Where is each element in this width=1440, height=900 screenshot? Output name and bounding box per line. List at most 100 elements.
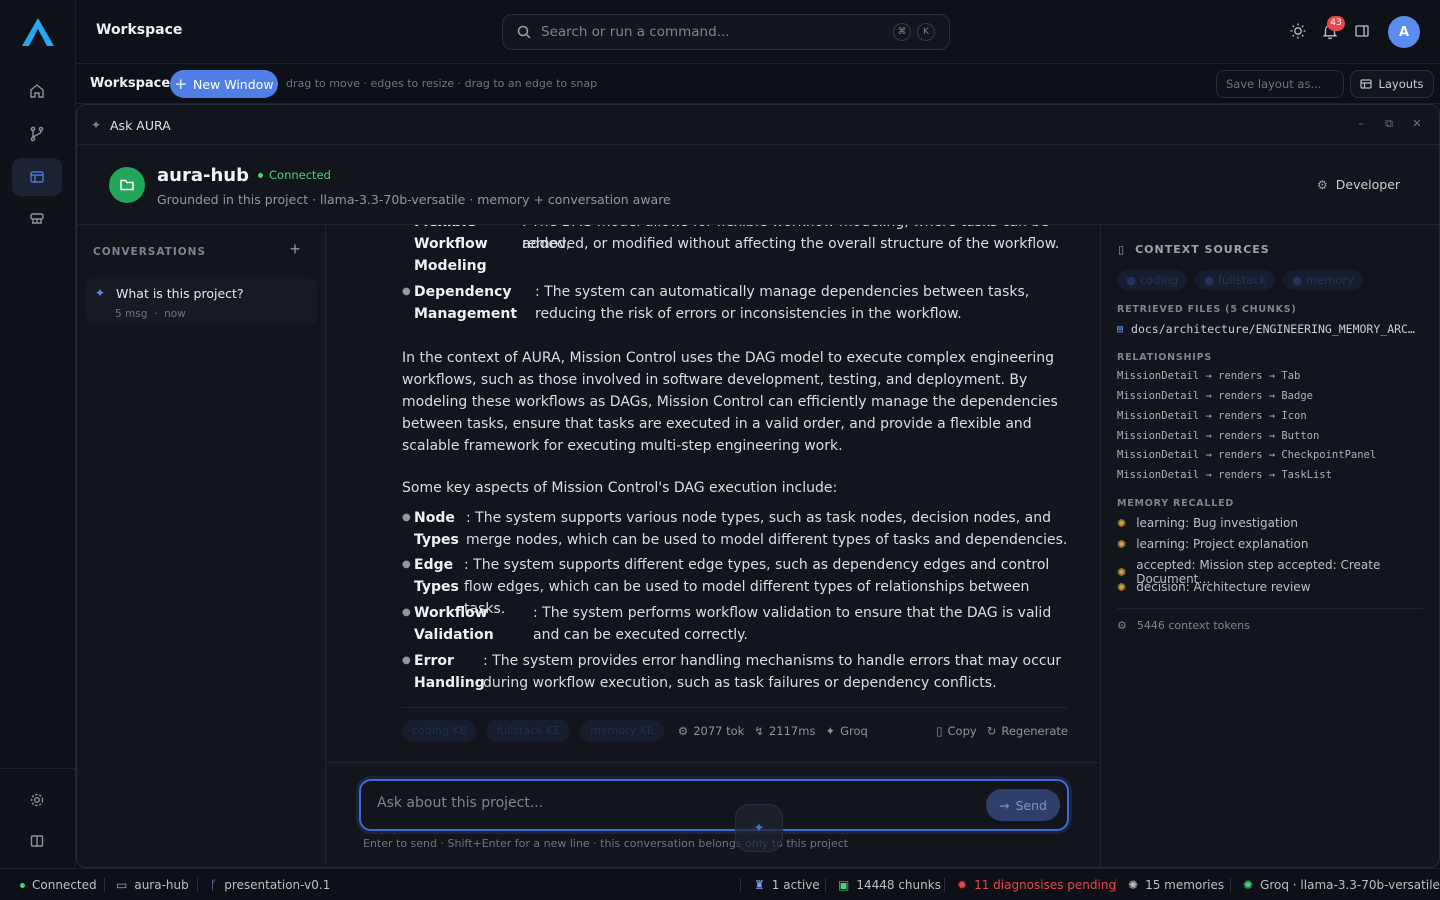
send-button[interactable]: → Send xyxy=(986,789,1060,821)
project-subtitle: Grounded in this project · llama-3.3-70b… xyxy=(157,192,671,207)
context-tag: ● memory xyxy=(1283,270,1363,290)
workspace-icon[interactable] xyxy=(12,158,62,196)
conversation-item[interactable]: ✦ What is this project? 5 msg · now xyxy=(85,277,317,325)
git-branch-icon[interactable] xyxy=(12,115,62,153)
plus-icon: + xyxy=(174,74,188,93)
list-desc: : The system can automatically manage de… xyxy=(535,284,1030,322)
list-desc: : The system performs workflow validatio… xyxy=(533,605,1052,643)
context-tag: ● coding xyxy=(1117,270,1188,290)
new-conversation-button[interactable]: + xyxy=(285,239,305,259)
ke-tag: memory KE xyxy=(580,719,664,742)
bullet xyxy=(402,233,414,277)
status-branch[interactable]: ᚴ presentation-v0.1 xyxy=(210,878,330,892)
retrieved-file[interactable]: ▤ docs/architecture/ENGINEERING_MEMORY_A… xyxy=(1117,322,1415,336)
status-dot-icon xyxy=(20,882,25,888)
command-search[interactable]: ⌘ K xyxy=(502,14,950,50)
status-separator xyxy=(1115,878,1116,892)
memory-icon: ✺ xyxy=(1128,878,1139,892)
status-model: ✺ Groq · llama-3.3-70b-versatile xyxy=(1243,878,1440,892)
save-layout-input[interactable] xyxy=(1216,70,1344,98)
ke-tag: coding KE xyxy=(402,719,477,742)
answer-intro: Some key aspects of Mission Control's DA… xyxy=(402,480,838,496)
layouts-label: Layouts xyxy=(1378,77,1424,91)
send-label: Send xyxy=(1015,797,1047,813)
panel-toggle-icon[interactable] xyxy=(12,822,62,860)
regenerate-button[interactable]: ↻ Regenerate xyxy=(987,724,1068,738)
list-desc: : The system supports various node types… xyxy=(466,510,1068,548)
message-footer: coding KE fullstack KE memory KE ⚙ 2077 t… xyxy=(402,707,1068,747)
folder-icon xyxy=(109,167,145,203)
memory-icon: ✺ xyxy=(1117,580,1127,594)
list-item: ● Error Handling : The system provides er… xyxy=(402,650,1068,694)
theme-toggle-icon[interactable] xyxy=(1289,22,1307,40)
ke-tag: fullstack KE xyxy=(486,719,571,742)
list-term: Workflow Modeling xyxy=(414,236,488,274)
list-item: ● Dependency Management : The system can … xyxy=(402,281,1068,325)
window-titlebar[interactable]: ✦ Ask AURA – ⧉ ✕ xyxy=(77,105,1439,145)
memory-item: ✺ decision: Architecture review xyxy=(1117,580,1311,594)
avatar[interactable]: A xyxy=(1388,16,1420,48)
message-input[interactable] xyxy=(377,795,957,811)
relationship-item: MissionDetail → renders → Tab xyxy=(1117,370,1301,382)
close-icon[interactable]: ✕ xyxy=(1409,117,1425,133)
status-separator xyxy=(197,878,198,892)
copy-icon: ▯ xyxy=(936,723,943,738)
project-header: aura-hub Connected Grounded in this proj… xyxy=(77,145,1439,225)
list-term: Node Types xyxy=(414,510,459,548)
status-separator xyxy=(825,878,826,892)
conversation-meta: 5 msg · now xyxy=(115,308,186,320)
server-icon[interactable] xyxy=(12,200,62,238)
connection-label: Connected xyxy=(269,168,331,182)
answer-paragraph: In the context of AURA, Mission Control … xyxy=(402,350,1058,454)
token-meta: ⚙ 2077 tok xyxy=(677,723,745,738)
relationship-item: MissionDetail → renders → Button xyxy=(1117,430,1320,442)
context-tag: ● fullstack xyxy=(1195,270,1276,290)
list-item: ● Workflow Validation : The system perfor… xyxy=(402,602,1068,646)
floating-sparkle-button[interactable]: ✦ xyxy=(735,804,783,852)
home-icon[interactable] xyxy=(12,72,62,110)
new-window-button[interactable]: + New Window xyxy=(170,70,278,98)
shortcut-hint: ⌘ K xyxy=(893,23,935,41)
app-title: Workspace xyxy=(96,22,183,38)
context-sources-panel: ▯ CONTEXT SOURCES ● coding ● fullstack ●… xyxy=(1100,225,1439,867)
database-icon: ▣ xyxy=(838,878,850,892)
conversations-panel: CONVERSATIONS + ✦ What is this project? … xyxy=(77,225,326,867)
aura-logo-icon[interactable] xyxy=(20,16,56,48)
minimize-icon[interactable]: – xyxy=(1353,117,1369,133)
arrow-right-icon: → xyxy=(999,797,1010,813)
developer-button[interactable]: ⚙ Developer xyxy=(1317,177,1400,192)
status-chunks: ▣ 14448 chunks xyxy=(838,878,941,892)
ask-aura-window[interactable]: ✦ Ask AURA – ⧉ ✕ aura-hub Connected Grou… xyxy=(76,104,1440,868)
layouts-button[interactable]: Layouts xyxy=(1350,70,1434,98)
status-diagnoses[interactable]: ✹ 11 diagnosises pending xyxy=(957,878,1116,892)
activity-icon: ↯ xyxy=(754,723,764,738)
maximize-icon[interactable]: ⧉ xyxy=(1381,117,1397,133)
context-tags: ● coding ● fullstack ● memory xyxy=(1117,270,1363,290)
chat-transcript[interactable]: Flexible : The DAG model allows for flex… xyxy=(326,225,1100,763)
relationship-item: MissionDetail → renders → TaskList xyxy=(1117,469,1332,481)
status-active: ♜ 1 active xyxy=(754,878,820,892)
list-term: Workflow Validation xyxy=(414,605,494,643)
context-heading: ▯ CONTEXT SOURCES xyxy=(1118,243,1270,256)
status-connected: Connected xyxy=(20,878,97,892)
list-item: Workflow Modeling removed, or modified wi… xyxy=(402,233,1068,277)
settings-icon[interactable] xyxy=(12,781,62,819)
status-dot-icon xyxy=(258,172,263,178)
layout-icon xyxy=(1360,79,1373,89)
bullet: ● xyxy=(402,655,411,666)
memory-item: ✺ learning: Project explanation xyxy=(1117,537,1309,551)
search-icon xyxy=(517,25,531,39)
list-term: Error Handling xyxy=(414,653,485,691)
git-branch-icon: ᚴ xyxy=(210,878,218,892)
sparkle-icon: ✦ xyxy=(753,820,765,836)
status-project[interactable]: ▭ aura-hub xyxy=(116,878,189,892)
composer[interactable]: → Send xyxy=(359,779,1069,831)
copy-button[interactable]: ▯ Copy xyxy=(936,724,977,738)
bullet: ● xyxy=(402,607,411,618)
sidebar-toggle-icon[interactable] xyxy=(1353,22,1371,40)
search-input[interactable] xyxy=(541,24,861,40)
relationship-item: MissionDetail → renders → Icon xyxy=(1117,410,1307,422)
refresh-icon: ↻ xyxy=(986,723,997,738)
provider-meta: ✦ Groq xyxy=(825,723,868,738)
memory-icon: ✺ xyxy=(1117,537,1127,551)
